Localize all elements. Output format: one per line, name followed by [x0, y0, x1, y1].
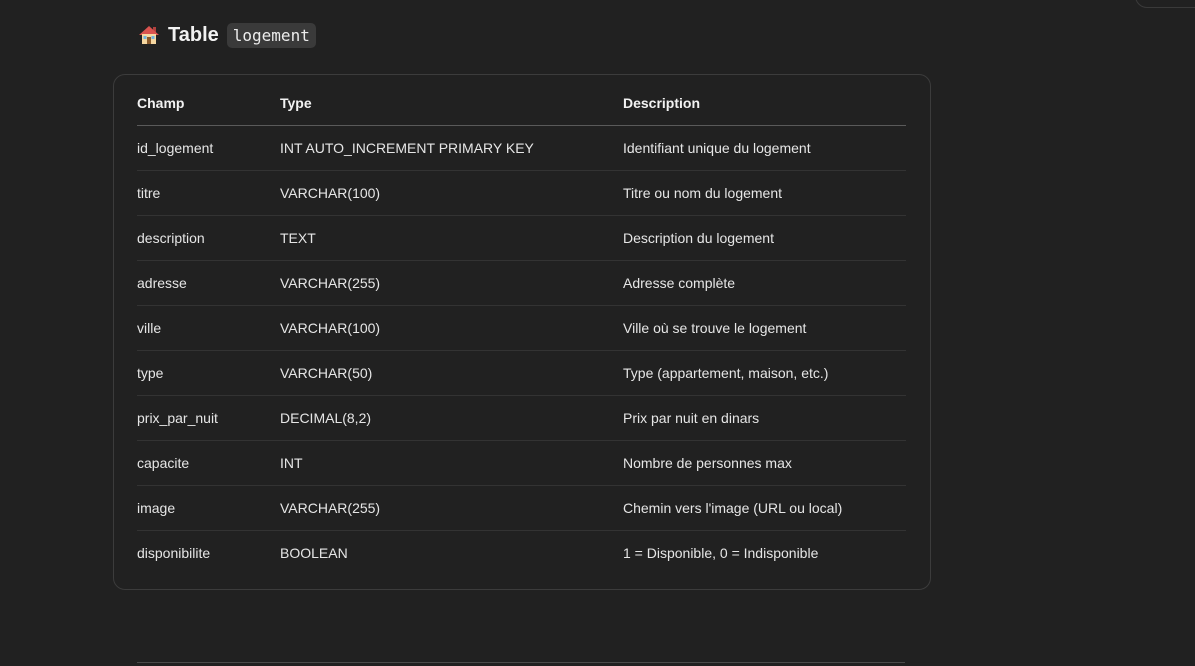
cell-champ: prix_par_nuit [137, 395, 280, 441]
cell-type: VARCHAR(255) [280, 260, 623, 306]
cell-type: VARCHAR(100) [280, 170, 623, 216]
header-type: Type [280, 81, 623, 126]
cell-type: VARCHAR(255) [280, 485, 623, 531]
table-row: titre VARCHAR(100) Titre ou nom du logem… [137, 170, 906, 216]
cell-type: BOOLEAN [280, 545, 348, 561]
section-divider [137, 662, 905, 663]
schema-table: Champ Type Description id_logement INT A… [137, 81, 906, 575]
table-row: ville VARCHAR(100) Ville où se trouve le… [137, 305, 906, 351]
cell-champ: adresse [137, 260, 280, 306]
page: Table logement Champ Type Description id… [0, 0, 1195, 666]
cell-type: INT AUTO_INCREMENT PRIMARY KEY [280, 125, 623, 171]
cell-description: Type (appartement, maison, etc.) [623, 350, 906, 396]
cell-description: Adresse complète [623, 260, 906, 306]
heading-label: Table [168, 23, 219, 46]
house-icon [138, 24, 160, 46]
cell-champ: titre [137, 170, 280, 216]
cell-description: Description du logement [623, 215, 906, 261]
cell-champ: disponibilite [137, 545, 211, 561]
cell-description: Ville où se trouve le logement [623, 305, 906, 351]
corner-button[interactable] [1135, 0, 1195, 8]
table-row: image VARCHAR(255) Chemin vers l'image (… [137, 485, 906, 531]
cell-type: INT [280, 440, 623, 486]
table-card: Champ Type Description id_logement INT A… [113, 74, 931, 590]
section-heading: Table logement [138, 20, 316, 50]
cell-description: Prix par nuit en dinars [623, 395, 906, 441]
table-row: description TEXT Description du logement [137, 215, 906, 261]
cell-type: TEXT [280, 215, 623, 261]
table-row: prix_par_nuit DECIMAL(8,2) Prix par nuit… [137, 395, 906, 441]
table-row: type VARCHAR(50) Type (appartement, mais… [137, 350, 906, 396]
header-description: Description [623, 81, 906, 126]
cell-type: VARCHAR(50) [280, 350, 623, 396]
table-row: id_logement INT AUTO_INCREMENT PRIMARY K… [137, 125, 906, 171]
table-header-row: Champ Type Description [137, 81, 906, 126]
cell-description: Titre ou nom du logement [623, 170, 906, 216]
table-row: adresse VARCHAR(255) Adresse complète [137, 260, 906, 306]
cell-champ: image [137, 485, 280, 531]
header-champ: Champ [137, 81, 280, 126]
cell-champ: id_logement [137, 125, 280, 171]
cell-description: Nombre de personnes max [623, 440, 906, 486]
heading-table-name: logement [226, 22, 316, 48]
cell-description: 1 = Disponible, 0 = Indisponible [623, 545, 819, 561]
table-row: capacite INT Nombre de personnes max [137, 440, 906, 486]
cell-description: Chemin vers l'image (URL ou local) [623, 485, 906, 531]
cell-type: DECIMAL(8,2) [280, 395, 623, 441]
table-row: disponibilite BOOLEAN 1 = Disponible, 0 … [137, 531, 906, 576]
cell-champ: description [137, 215, 280, 261]
cell-champ: type [137, 350, 280, 396]
cell-type: VARCHAR(100) [280, 305, 623, 351]
cell-champ: ville [137, 305, 280, 351]
cell-champ: capacite [137, 440, 280, 486]
cell-description: Identifiant unique du logement [623, 125, 906, 171]
